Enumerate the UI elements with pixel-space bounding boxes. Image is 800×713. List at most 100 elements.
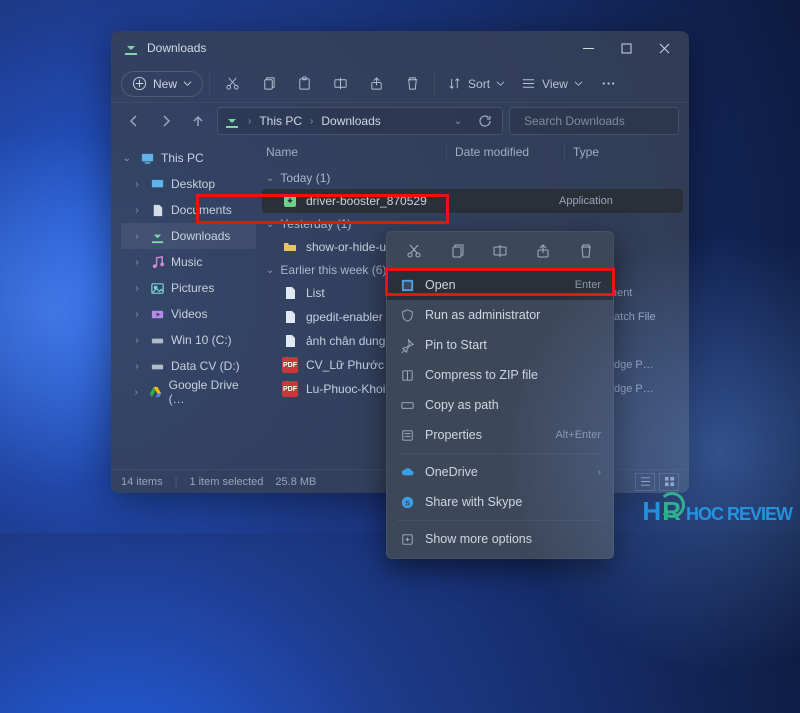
menu-item-share-skype[interactable]: S Share with Skype — [387, 487, 613, 517]
sidebar-item-drive-c[interactable]: ›Win 10 (C:) — [121, 327, 256, 353]
chevron-right-icon[interactable]: › — [131, 205, 143, 216]
more-button[interactable] — [593, 69, 625, 99]
svg-text:S: S — [404, 498, 409, 507]
menu-item-open[interactable]: Open Enter — [387, 270, 613, 300]
rename-button[interactable] — [324, 69, 356, 99]
new-button[interactable]: New — [121, 71, 203, 97]
rename-button[interactable] — [485, 236, 515, 266]
folder-icon — [282, 239, 298, 255]
search-input[interactable] — [524, 114, 679, 128]
cut-button[interactable] — [216, 69, 248, 99]
file-type: Microsoft Edge P… — [559, 383, 679, 395]
minimize-button[interactable] — [569, 33, 607, 63]
sidebar-item-music[interactable]: ›Music — [121, 249, 256, 275]
copy-button[interactable] — [442, 236, 472, 266]
chevron-down-icon[interactable]: ⌄ — [266, 219, 274, 230]
sidebar-item-label: Google Drive (… — [169, 378, 248, 406]
google-drive-icon — [148, 384, 163, 400]
breadcrumb-seg[interactable]: Downloads — [321, 114, 380, 128]
details-view-button[interactable] — [635, 473, 655, 491]
document-icon — [282, 333, 298, 349]
back-button[interactable] — [121, 108, 147, 134]
properties-icon — [399, 427, 415, 443]
file-type: Text Document — [559, 287, 679, 299]
chevron-down-icon[interactable]: ⌄ — [121, 153, 133, 164]
menu-item-label: Copy as path — [425, 398, 601, 412]
file-row[interactable]: driver-booster_870529 Application — [262, 189, 683, 213]
chevron-right-icon[interactable]: › — [131, 283, 143, 294]
sort-button[interactable]: Sort — [441, 69, 511, 99]
file-row[interactable]: PDFLu-Phuoc-Khoi-TopCV…Microsoft Edge P… — [262, 377, 683, 401]
chevron-down-icon[interactable]: ⌄ — [266, 265, 274, 276]
sidebar-item-label: Videos — [171, 307, 207, 321]
menu-item-compress-zip[interactable]: Compress to ZIP file — [387, 360, 613, 390]
menu-item-copy-as-path[interactable]: Copy as path — [387, 390, 613, 420]
watermark-text: HOC REVIEW — [686, 504, 792, 525]
maximize-button[interactable] — [607, 33, 645, 63]
menu-item-label: Properties — [425, 428, 545, 442]
close-button[interactable] — [645, 33, 683, 63]
watermark: H R HOC REVIEW — [642, 496, 792, 527]
menu-item-pin-to-start[interactable]: Pin to Start — [387, 330, 613, 360]
share-button[interactable] — [528, 236, 558, 266]
status-size: 25.8 MB — [275, 476, 316, 488]
refresh-button[interactable] — [474, 110, 496, 132]
chevron-right-icon[interactable]: › — [131, 179, 143, 190]
file-type: Windows Batch File — [559, 311, 679, 323]
documents-icon — [149, 202, 165, 218]
sort-label: Sort — [468, 77, 490, 91]
file-group[interactable]: ⌄Today (1) — [262, 167, 683, 189]
delete-button[interactable] — [571, 236, 601, 266]
up-button[interactable] — [185, 108, 211, 134]
paste-button[interactable] — [288, 69, 320, 99]
sidebar-item-pictures[interactable]: › Pictures — [121, 275, 256, 301]
chevron-right-icon[interactable]: › — [131, 335, 143, 346]
chevron-down-icon[interactable]: ⌄ — [452, 116, 464, 127]
shield-icon — [399, 307, 415, 323]
chevron-right-icon[interactable]: › — [131, 309, 143, 320]
chevron-right-icon[interactable]: › — [131, 387, 142, 398]
sidebar-item-drive-d[interactable]: ›Data CV (D:) — [121, 353, 256, 379]
search-box[interactable] — [509, 107, 679, 135]
menu-item-properties[interactable]: Properties Alt+Enter — [387, 420, 613, 450]
forward-button[interactable] — [153, 108, 179, 134]
share-button[interactable] — [360, 69, 392, 99]
copy-button[interactable] — [252, 69, 284, 99]
sidebar-item-this-pc[interactable]: ⌄ This PC — [111, 145, 256, 171]
cut-button[interactable] — [399, 236, 429, 266]
zip-icon — [399, 367, 415, 383]
sidebar-item-documents[interactable]: ›Documents — [121, 197, 256, 223]
delete-button[interactable] — [396, 69, 428, 99]
more-icon — [399, 531, 415, 547]
skype-icon: S — [399, 494, 415, 510]
menu-item-label: Show more options — [425, 532, 601, 546]
menu-item-accel: Enter — [575, 279, 601, 291]
downloads-icon — [123, 40, 139, 56]
sidebar-item-desktop[interactable]: ›Desktop — [121, 171, 256, 197]
address-bar[interactable]: › This PC › Downloads ⌄ — [217, 107, 503, 135]
breadcrumb-seg[interactable]: This PC — [259, 114, 302, 128]
sidebar-item-label: Pictures — [171, 281, 214, 295]
desktop-icon — [149, 176, 165, 192]
chevron-right-icon[interactable]: › — [131, 257, 143, 268]
file-type: Microsoft Edge P… — [559, 359, 679, 371]
chevron-right-icon[interactable]: › — [131, 361, 143, 372]
sidebar-item-downloads[interactable]: ›Downloads — [121, 223, 256, 249]
sidebar-item-google-drive[interactable]: › Google Drive (… — [121, 379, 256, 405]
column-name[interactable]: Name — [266, 145, 446, 159]
column-date[interactable]: Date modified — [446, 145, 564, 159]
sidebar-item-videos[interactable]: › Videos — [121, 301, 256, 327]
chevron-down-icon[interactable]: ⌄ — [266, 173, 274, 184]
thumbnails-view-button[interactable] — [659, 473, 679, 491]
menu-item-show-more[interactable]: Show more options — [387, 524, 613, 554]
column-type[interactable]: Type — [564, 145, 679, 159]
column-headers[interactable]: Name Date modified Type — [256, 139, 689, 165]
downloads-icon — [224, 113, 240, 129]
file-type: Application — [559, 195, 679, 207]
view-button[interactable]: View — [515, 69, 589, 99]
pdf-icon: PDF — [282, 357, 298, 373]
menu-item-onedrive[interactable]: OneDrive › — [387, 457, 613, 487]
chevron-right-icon[interactable]: › — [131, 231, 143, 242]
menu-item-run-as-admin[interactable]: Run as administrator — [387, 300, 613, 330]
chevron-right-icon: › — [246, 116, 253, 127]
